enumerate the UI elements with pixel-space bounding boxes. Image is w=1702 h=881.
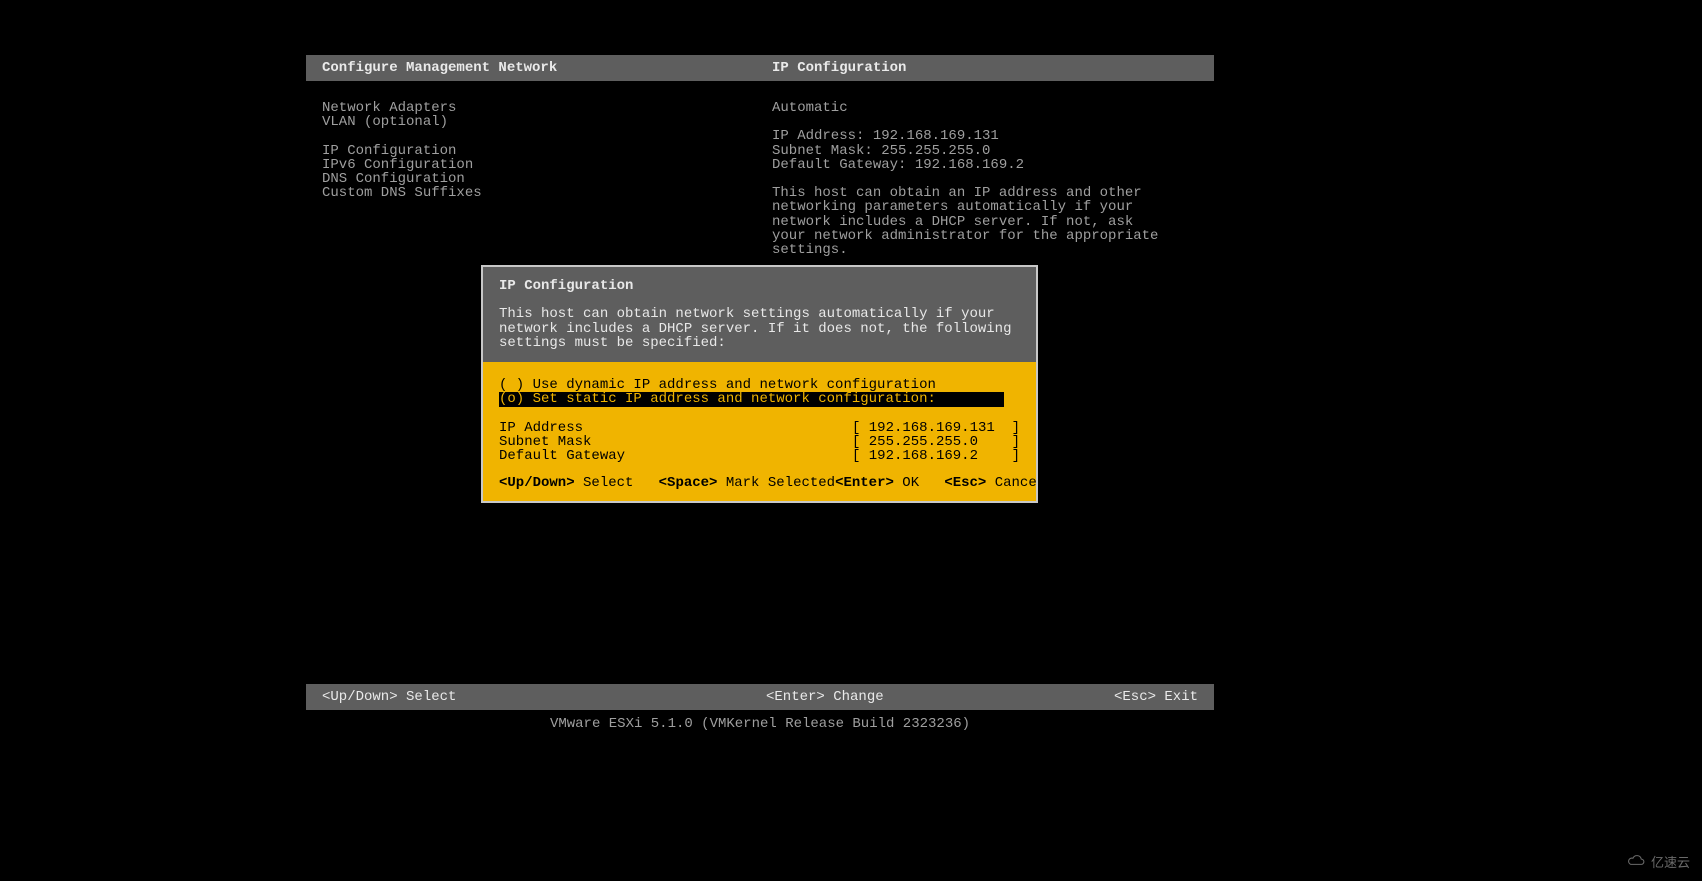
dialog-header: IP Configuration This host can obtain ne… xyxy=(483,267,1036,362)
hint-esc-key: <Esc> xyxy=(944,475,986,491)
dialog-footer: <Up/Down> Select <Space> Mark Selected <… xyxy=(483,469,1036,501)
hint-enter-text: OK xyxy=(894,475,944,491)
menu-list[interactable]: Network Adapters VLAN (optional) IP Conf… xyxy=(322,101,772,257)
detail-mode: Automatic xyxy=(772,101,1198,115)
field-gw-label: Default Gateway xyxy=(499,449,852,463)
detail-gateway: Default Gateway: 192.168.169.2 xyxy=(772,158,1198,172)
detail-mask: Subnet Mask: 255.255.255.0 xyxy=(772,144,1198,158)
menu-item-custom-dns-suffixes[interactable]: Custom DNS Suffixes xyxy=(322,186,772,200)
watermark-text: 亿速云 xyxy=(1651,852,1690,871)
header-title-left: Configure Management Network xyxy=(322,60,772,76)
detail-panel: Automatic IP Address: 192.168.169.131 Su… xyxy=(772,101,1198,257)
option-dynamic-ip[interactable]: ( ) Use dynamic IP address and network c… xyxy=(499,378,1020,392)
detail-spacer1 xyxy=(772,115,1198,129)
menu-item-network-adapters[interactable]: Network Adapters xyxy=(322,101,772,115)
footer-hint-updown: <Up/Down> Select xyxy=(322,689,456,705)
field-ip-address[interactable]: IP Address [ 192.168.169.131 ] xyxy=(499,421,1020,435)
hint-updown-key: <Up/Down> xyxy=(499,475,575,491)
dialog-body: ( ) Use dynamic IP address and network c… xyxy=(483,362,1036,469)
cloud-icon xyxy=(1625,853,1647,870)
menu-item-vlan[interactable]: VLAN (optional) xyxy=(322,115,772,129)
detail-description: This host can obtain an IP address and o… xyxy=(772,186,1172,257)
field-mask-value[interactable]: [ 255.255.255.0 ] xyxy=(852,435,1020,449)
option-static-ip[interactable]: (o) Set static IP address and network co… xyxy=(499,392,1004,406)
field-default-gateway[interactable]: Default Gateway [ 192.168.169.2 ] xyxy=(499,449,1020,463)
header-title-right: IP Configuration xyxy=(772,60,1198,76)
footer-hint-esc: <Esc> Exit xyxy=(1114,689,1198,705)
detail-spacer2 xyxy=(772,172,1198,186)
body-area: Network Adapters VLAN (optional) IP Conf… xyxy=(306,81,1214,257)
menu-spacer xyxy=(322,130,772,144)
dialog-spacer xyxy=(499,407,1020,421)
dialog-description: This host can obtain network settings au… xyxy=(499,307,1020,350)
hint-updown-text: Select xyxy=(575,475,659,491)
footer-hint-enter: <Enter> Change xyxy=(766,689,884,705)
field-mask-label: Subnet Mask xyxy=(499,435,852,449)
footer-bar: <Up/Down> Select <Enter> Change <Esc> Ex… xyxy=(306,684,1214,710)
field-subnet-mask[interactable]: Subnet Mask [ 255.255.255.0 ] xyxy=(499,435,1020,449)
hint-esc-text: Cancel xyxy=(986,475,1045,491)
menu-item-ipv6-configuration[interactable]: IPv6 Configuration xyxy=(322,158,772,172)
detail-ip: IP Address: 192.168.169.131 xyxy=(772,129,1198,143)
header-bar: Configure Management Network IP Configur… xyxy=(306,55,1214,81)
version-line: VMware ESXi 5.1.0 (VMKernel Release Buil… xyxy=(306,716,1214,732)
menu-item-dns-configuration[interactable]: DNS Configuration xyxy=(322,172,772,186)
hint-space-text: Mark Selected xyxy=(717,475,835,491)
dialog-title: IP Configuration xyxy=(499,279,1020,293)
watermark: 亿速云 xyxy=(1625,852,1690,871)
field-gw-value[interactable]: [ 192.168.169.2 ] xyxy=(852,449,1020,463)
field-ip-label: IP Address xyxy=(499,421,852,435)
hint-enter-key: <Enter> xyxy=(835,475,894,491)
field-ip-value[interactable]: [ 192.168.169.131 ] xyxy=(852,421,1020,435)
menu-item-ip-configuration[interactable]: IP Configuration xyxy=(322,144,772,158)
ip-configuration-dialog: IP Configuration This host can obtain ne… xyxy=(481,265,1038,503)
hint-space-key: <Space> xyxy=(659,475,718,491)
